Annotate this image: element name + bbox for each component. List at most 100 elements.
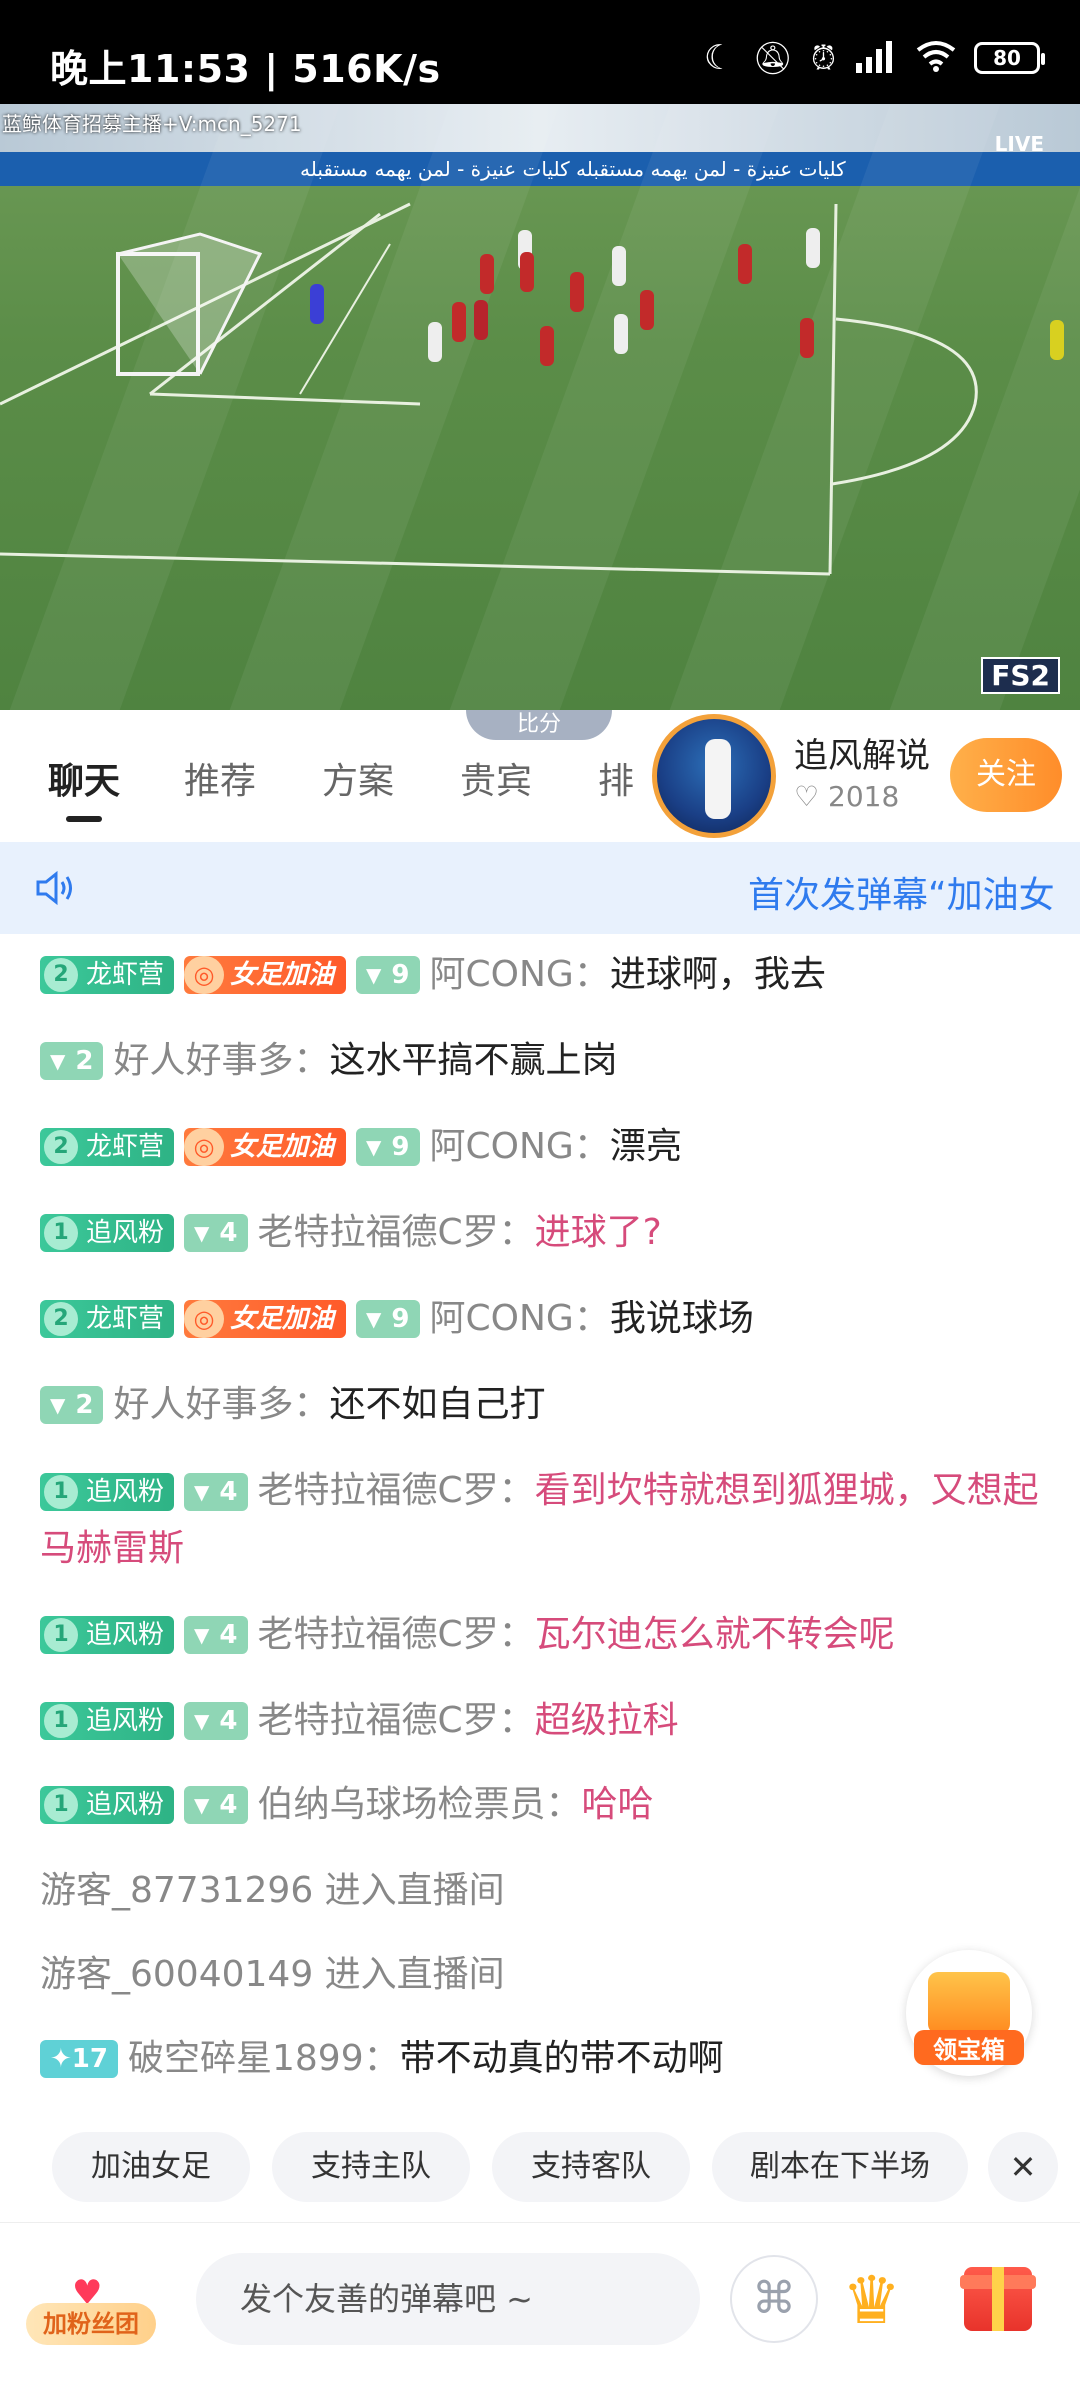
status-time: 晚上11:53 | 516K/s — [50, 47, 441, 91]
chat-username[interactable]: 老特拉福德C罗 — [258, 1692, 499, 1750]
chat-username[interactable]: 老特拉福德C罗 — [258, 1204, 499, 1262]
fan-level: 2 — [44, 958, 78, 992]
chat-username[interactable]: 伯纳乌球场检票员 — [258, 1776, 546, 1834]
user-level-badge[interactable]: ▼ 9 — [356, 1300, 420, 1338]
score-tab[interactable]: 比分 — [466, 710, 612, 740]
fan-club-label: 加粉丝团 — [26, 2303, 156, 2345]
chat-message: ▼ 2 好人好事多：还不如自己打 — [40, 1376, 1040, 1434]
chat-message: 1 追风粉 ▼ 4 老特拉福德C罗：进球了? — [40, 1204, 1040, 1262]
tab-plans[interactable]: 方案 — [322, 752, 394, 804]
command-icon[interactable]: ⌘ — [730, 2255, 818, 2343]
quick-reply-bar: 加油女足 支持主队 支持客队 剧本在下半场 ✕ — [0, 2132, 1080, 2204]
system-text: 游客_60040149 进入直播间 — [40, 1954, 505, 1995]
signal-icon — [854, 39, 898, 77]
star-level-badge[interactable]: ✦ 17 — [40, 2040, 118, 2078]
chat-text: 带不动真的带不动啊 — [399, 2038, 724, 2079]
chat-separator: ： — [293, 1384, 330, 1425]
live-video-player[interactable]: كليات عنيزة - لمن يهمه مستقبله كليات عني… — [0, 104, 1080, 710]
status-bar: 晚上11:53 | 516K/s ☾ 🔕︎ ⏰︎ 80 — [0, 0, 1080, 104]
chat-username[interactable]: 破空碎星1899 — [128, 2030, 364, 2088]
user-level-badge[interactable]: ▼ 9 — [356, 1128, 420, 1166]
fan-badge[interactable]: 1 追风粉 — [40, 1786, 175, 1824]
pitch-lines — [0, 202, 978, 576]
wifi-icon — [916, 40, 956, 76]
quick-reply-chip[interactable]: 剧本在下半场 — [712, 2132, 968, 2202]
women-football-badge[interactable]: ◎ 女足加油 — [184, 1300, 347, 1338]
chat-list[interactable]: 2 龙虾营 ◎ 女足加油 ▼ 9 阿CONG：进球啊，我去 ▼ 2 好人好事多：这水平搞不赢上岗 2… — [0, 934, 1080, 2134]
close-quick-replies-icon[interactable]: ✕ — [988, 2132, 1058, 2202]
chat-username[interactable]: 老特拉福德C罗 — [258, 1470, 499, 1511]
fan-badge[interactable]: 1 追风粉 — [40, 1473, 175, 1511]
fan-badge[interactable]: 2 龙虾营 — [40, 1128, 175, 1166]
tab-rank[interactable]: 排 — [598, 752, 634, 804]
speaker-icon — [34, 870, 78, 910]
chat-username[interactable]: 阿CONG — [430, 1118, 574, 1176]
stream-watermark: 蓝鲸体育招募主播+V:mcn_5271 — [2, 112, 302, 136]
chat-separator: ： — [573, 1126, 610, 1167]
chat-separator: ： — [293, 1040, 330, 1081]
fan-badge[interactable]: 2 龙虾营 — [40, 1300, 175, 1338]
user-level: 4 — [219, 1218, 238, 1248]
women-football-badge[interactable]: ◎ 女足加油 — [184, 956, 347, 994]
women-badge-name: 女足加油 — [230, 1304, 335, 1334]
user-level-badge[interactable]: ▼ 2 — [40, 1042, 104, 1080]
gift-icon[interactable] — [960, 2267, 1036, 2331]
fan-level: 1 — [44, 1216, 78, 1250]
user-level: 2 — [75, 1046, 94, 1076]
active-tab-indicator — [66, 816, 102, 822]
alarm-icon: ⏰︎ — [811, 38, 836, 77]
star-level: 17 — [71, 2044, 108, 2074]
chat-username[interactable]: 阿CONG — [430, 946, 574, 1004]
user-level-badge[interactable]: ▼ 4 — [184, 1214, 248, 1252]
fan-badge[interactable]: 1 追风粉 — [40, 1616, 175, 1654]
chat-username[interactable]: 好人好事多 — [113, 1376, 293, 1434]
chat-message: 1 追风粉 ▼ 4 老特拉福德C罗：瓦尔迪怎么就不转会呢 — [40, 1606, 1040, 1664]
user-level-badge[interactable]: ▼ 4 — [184, 1616, 248, 1654]
tab-recommend[interactable]: 推荐 — [184, 752, 256, 804]
women-badge-name: 女足加油 — [230, 960, 335, 990]
fan-club-button[interactable]: ♥ 加粉丝团 — [26, 2273, 156, 2347]
fan-level: 1 — [44, 1704, 78, 1738]
chat-text: 进球啊，我去 — [609, 954, 826, 995]
tab-chat[interactable]: 聊天 — [48, 752, 120, 804]
chat-separator: ： — [498, 1470, 535, 1511]
user-level: 4 — [219, 1790, 238, 1820]
quick-reply-chip[interactable]: 支持主队 — [272, 2132, 470, 2202]
chat-message: 2 龙虾营 ◎ 女足加油 ▼ 9 阿CONG：进球啊，我去 — [40, 946, 1040, 1004]
fan-level: 1 — [44, 1788, 78, 1822]
flame-icon: ◎ — [184, 956, 225, 994]
quick-reply-chip[interactable]: 支持客队 — [492, 2132, 690, 2202]
triangle-down-icon: ▼ — [50, 1393, 66, 1417]
chat-username[interactable]: 阿CONG — [430, 1290, 574, 1348]
tab-vip[interactable]: 贵宾 — [460, 752, 532, 804]
user-level-badge[interactable]: ▼ 4 — [184, 1786, 248, 1824]
user-level: 4 — [219, 1477, 238, 1507]
chat-username[interactable]: 老特拉福德C罗 — [258, 1606, 499, 1664]
chat-separator: ： — [545, 1784, 582, 1825]
fan-badge[interactable]: 1 追风粉 — [40, 1702, 175, 1740]
fan-badge[interactable]: 2 龙虾营 — [40, 956, 175, 994]
anchor-avatar[interactable] — [652, 714, 776, 838]
chat-text: 瓦尔迪怎么就不转会呢 — [534, 1614, 895, 1655]
anchor-name: 追风解说 — [794, 736, 930, 776]
fan-badge-name: 龙虾营 — [86, 960, 165, 990]
fan-badge-name: 追风粉 — [86, 1790, 165, 1820]
chat-text: 我说球场 — [609, 1298, 754, 1339]
fan-badge[interactable]: 1 追风粉 — [40, 1214, 175, 1252]
follow-button[interactable]: 关注 — [950, 738, 1062, 812]
treasure-chest-icon — [928, 1972, 1010, 2034]
user-level-badge[interactable]: ▼ 9 — [356, 956, 420, 994]
danmaku-input[interactable]: 发个友善的弹幕吧 ~ — [196, 2253, 700, 2345]
user-level-badge[interactable]: ▼ 4 — [184, 1702, 248, 1740]
women-football-badge[interactable]: ◎ 女足加油 — [184, 1128, 347, 1166]
chat-text: 漂亮 — [609, 1126, 682, 1167]
user-level-badge[interactable]: ▼ 4 — [184, 1473, 248, 1511]
crown-icon[interactable]: ♛ — [842, 2261, 901, 2341]
quick-reply-chip[interactable]: 加油女足 — [52, 2132, 250, 2202]
chat-username[interactable]: 好人好事多 — [113, 1032, 293, 1090]
treasure-box-button[interactable]: 领宝箱 — [906, 1950, 1032, 2076]
women-badge-name: 女足加油 — [230, 1132, 335, 1162]
user-level-badge[interactable]: ▼ 2 — [40, 1386, 104, 1424]
anchor-fans-count: 2018 — [828, 780, 900, 813]
mute-bell-icon: 🔕︎ — [752, 39, 794, 77]
